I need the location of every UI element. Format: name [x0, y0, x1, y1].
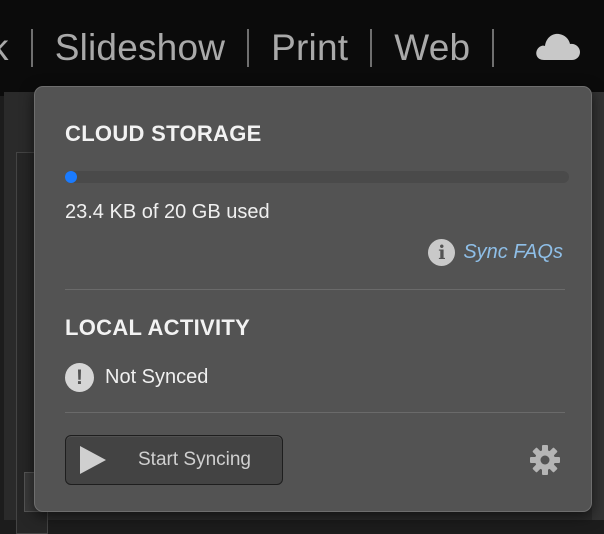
gear-icon[interactable] — [528, 443, 562, 477]
module-separator — [30, 29, 33, 67]
module-separator — [492, 29, 495, 67]
sync-status-row: ! Not Synced — [65, 363, 208, 392]
cloud-sync-popup: CLOUD STORAGE 23.4 KB of 20 GB used i Sy… — [34, 86, 592, 512]
storage-usage-text: 23.4 KB of 20 GB used — [65, 201, 270, 223]
info-icon: i — [428, 239, 456, 266]
module-picker-bar: k Slideshow Print Web — [0, 0, 604, 96]
start-syncing-button[interactable]: Start Syncing — [65, 435, 283, 485]
module-item-slideshow[interactable]: Slideshow — [55, 22, 225, 74]
module-separator — [370, 29, 373, 67]
module-item-web[interactable]: Web — [394, 22, 470, 74]
storage-usage-bar — [65, 171, 569, 183]
storage-usage-fill — [65, 171, 77, 183]
module-item-print[interactable]: Print — [271, 22, 348, 74]
sync-faqs-label[interactable]: Sync FAQs — [463, 241, 563, 264]
divider — [65, 412, 565, 413]
start-syncing-label: Start Syncing — [138, 449, 251, 470]
warning-icon: ! — [65, 363, 94, 392]
cloud-icon[interactable] — [534, 30, 582, 64]
cloud-storage-title: CLOUD STORAGE — [65, 121, 262, 146]
module-separator — [247, 29, 250, 67]
sync-status-text: Not Synced — [105, 366, 209, 388]
module-nav: k Slideshow Print Web — [0, 22, 516, 74]
play-icon — [80, 446, 106, 474]
scrollbar-track — [592, 92, 604, 520]
local-activity-title: LOCAL ACTIVITY — [65, 315, 251, 340]
module-item-partial[interactable]: k — [0, 22, 9, 74]
divider — [65, 289, 565, 290]
sync-faqs-link[interactable]: i Sync FAQs — [428, 239, 563, 266]
